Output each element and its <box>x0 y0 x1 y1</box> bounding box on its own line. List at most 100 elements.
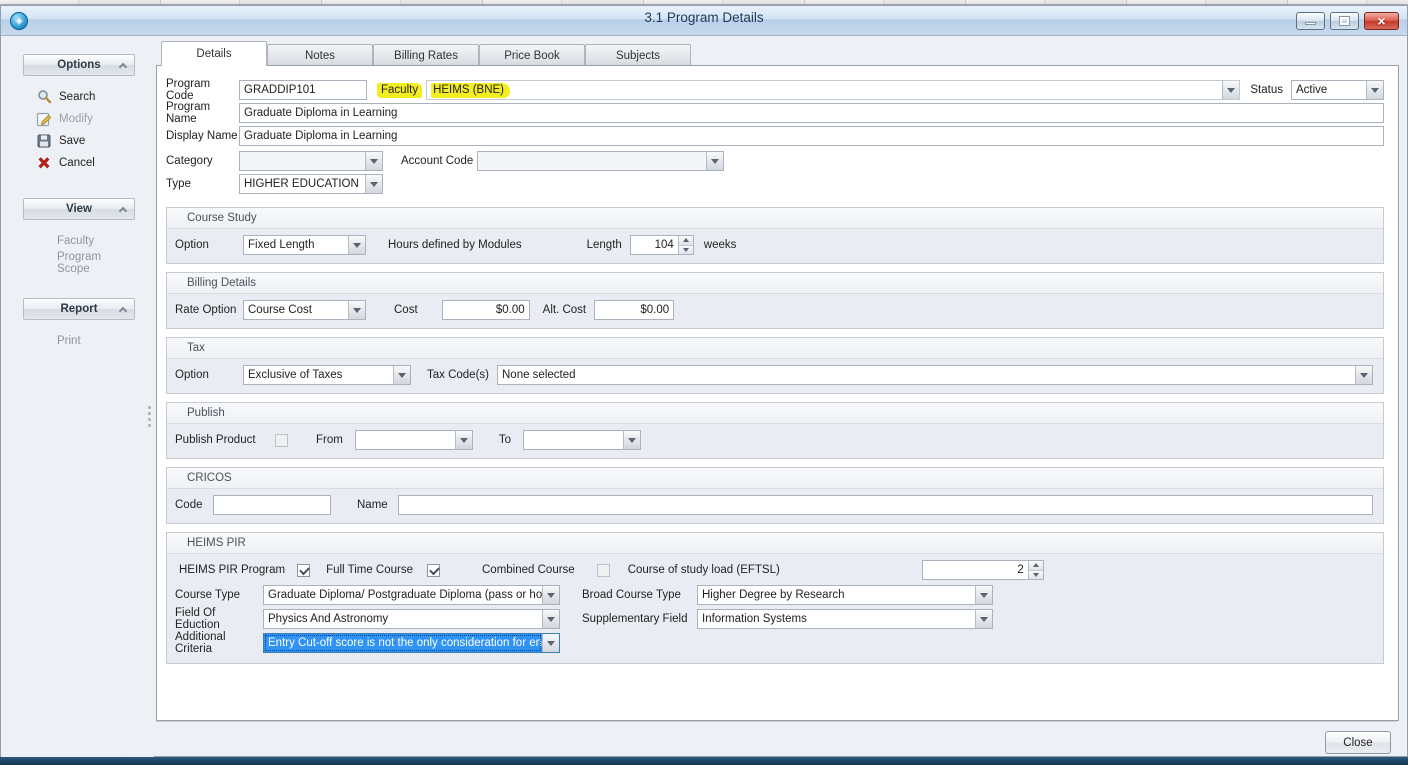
course-option-combobox[interactable]: Fixed Length <box>243 235 366 255</box>
spin-down-icon[interactable] <box>1029 570 1043 580</box>
field-of-education-combobox[interactable]: Physics And Astronomy <box>263 609 560 629</box>
display-name-input[interactable]: Graduate Diploma in Learning <box>239 126 1384 146</box>
heims-pir-header: HEIMS PIR <box>167 533 1383 554</box>
sidebar-item-faculty[interactable]: Faculty <box>23 230 135 252</box>
dropdown-arrow-button[interactable] <box>542 610 559 628</box>
cricos-header: CRICOS <box>167 468 1383 489</box>
program-name-label: Program Name <box>166 101 239 125</box>
spin-up-icon[interactable] <box>1029 561 1043 570</box>
spin-down-icon[interactable] <box>679 245 693 255</box>
spinner-buttons[interactable] <box>678 236 693 254</box>
row-program-name: Program Name Graduate Diploma in Learnin… <box>166 103 1384 123</box>
cricos-name-label: Name <box>357 499 388 511</box>
sidebar-item-cancel[interactable]: Cancel <box>23 152 135 174</box>
tab-label: Notes <box>305 50 335 62</box>
chevron-down-icon <box>353 308 361 313</box>
dropdown-arrow-button[interactable] <box>365 152 382 170</box>
status-combobox[interactable]: Active <box>1291 80 1384 100</box>
chevron-down-icon <box>547 641 555 646</box>
cricos-code-input[interactable] <box>213 495 331 515</box>
dropdown-arrow-button[interactable] <box>393 366 410 384</box>
sidebar-item-save[interactable]: Save <box>23 130 135 152</box>
length-spinner[interactable]: 104 <box>630 235 694 255</box>
tab-strip: Details Notes Billing Rates Price Book S… <box>156 41 1399 66</box>
category-combobox[interactable] <box>239 151 383 171</box>
supplementary-field-combobox[interactable]: Information Systems <box>697 609 993 629</box>
close-button[interactable]: Close <box>1325 731 1391 754</box>
dropdown-arrow-button[interactable] <box>1355 366 1372 384</box>
cricos-name-input[interactable] <box>398 495 1373 515</box>
tab-details[interactable]: Details <box>161 41 267 66</box>
cost-input[interactable]: $0.00 <box>442 300 530 320</box>
dropdown-arrow-button[interactable] <box>975 610 992 628</box>
publish-from-value <box>356 431 455 449</box>
spin-up-icon[interactable] <box>679 236 693 245</box>
course-type-combobox[interactable]: Graduate Diploma/ Postgraduate Diploma (… <box>263 585 560 605</box>
sidebar-item-modify[interactable]: Modify <box>23 108 135 130</box>
rate-option-combobox[interactable]: Course Cost <box>243 300 366 320</box>
heims-pir-group: HEIMS PIR HEIMS PIR Program Full Time Co… <box>166 532 1384 664</box>
dropdown-arrow-button[interactable] <box>1366 81 1383 99</box>
dropdown-arrow-button[interactable] <box>542 586 559 604</box>
publish-product-checkbox[interactable] <box>275 434 288 447</box>
sidebar-item-program-scope[interactable]: Program Scope <box>23 252 135 274</box>
tab-label: Billing Rates <box>394 50 458 62</box>
sidebar-item-search[interactable]: Search <box>23 86 135 108</box>
sidebar-item-label: Cancel <box>59 157 95 169</box>
dropdown-arrow-button[interactable] <box>623 431 640 449</box>
dropdown-arrow-button[interactable] <box>706 152 723 170</box>
dropdown-arrow-button[interactable] <box>975 586 992 604</box>
faculty-combobox[interactable]: HEIMS (BNE) <box>426 80 1240 100</box>
full-time-course-checkbox[interactable] <box>427 564 440 577</box>
tab-notes[interactable]: Notes <box>267 44 373 66</box>
chevron-down-icon <box>1227 88 1235 93</box>
alt-cost-input[interactable]: $0.00 <box>594 300 674 320</box>
sidebar-group-report-header[interactable]: Report <box>23 298 135 320</box>
combined-course-checkbox[interactable] <box>597 564 610 577</box>
account-code-combobox[interactable] <box>477 151 724 171</box>
tab-subjects[interactable]: Subjects <box>585 44 691 66</box>
dropdown-arrow-button[interactable] <box>365 175 382 193</box>
publish-from-combobox[interactable] <box>355 430 473 450</box>
cricos-row: Code Name <box>175 495 1373 515</box>
field-of-education-value: Physics And Astronomy <box>264 610 542 628</box>
broad-course-type-value: Higher Degree by Research <box>698 586 975 604</box>
tab-price-book[interactable]: Price Book <box>479 44 585 66</box>
course-study-header: Course Study <box>167 208 1383 229</box>
sidebar-splitter-grip[interactable] <box>147 406 152 432</box>
close-window-button[interactable]: × <box>1364 12 1399 30</box>
heims-pir-program-checkbox[interactable] <box>297 564 310 577</box>
publish-to-combobox[interactable] <box>523 430 641 450</box>
sidebar-group-view-header[interactable]: View <box>23 198 135 220</box>
additional-criteria-combobox[interactable]: Entry Cut-off score is not the only cons… <box>263 633 560 653</box>
tab-billing-rates[interactable]: Billing Rates <box>373 44 479 66</box>
program-name-input[interactable]: Graduate Diploma in Learning <box>239 103 1384 123</box>
row-program-code-faculty-status: Program Code GRADDIP101 Faculty HEIMS (B… <box>166 80 1384 100</box>
combined-course-label: Combined Course <box>482 564 575 576</box>
program-code-input[interactable]: GRADDIP101 <box>239 80 367 100</box>
tax-option-combobox[interactable]: Exclusive of Taxes <box>243 365 411 385</box>
tax-codes-combobox[interactable]: None selected <box>497 365 1373 385</box>
sidebar-item-label: Save <box>59 135 85 147</box>
publish-from-label: From <box>316 434 343 446</box>
faculty-value-text: HEIMS (BNE) <box>431 83 510 98</box>
dropdown-arrow-button[interactable] <box>348 301 365 319</box>
rate-option-label: Rate Option <box>175 304 243 316</box>
dropdown-arrow-button[interactable] <box>348 236 365 254</box>
sidebar-item-print[interactable]: Print <box>23 330 135 352</box>
account-code-value <box>478 152 706 170</box>
dropdown-arrow-button[interactable] <box>1222 81 1239 99</box>
study-load-spinner[interactable]: 2 <box>922 560 1044 580</box>
dropdown-arrow-button[interactable] <box>455 431 472 449</box>
dropdown-arrow-button[interactable] <box>542 634 559 652</box>
heims-additional-criteria-row: Additional Criteria Entry Cut-off score … <box>175 633 1373 653</box>
sidebar-group-options-header[interactable]: Options <box>23 54 135 76</box>
minimize-button[interactable] <box>1296 12 1325 30</box>
display-name-value: Graduate Diploma in Learning <box>244 130 397 142</box>
type-combobox[interactable]: HIGHER EDUCATION <box>239 174 383 194</box>
rate-option-value: Course Cost <box>244 301 348 319</box>
broad-course-type-combobox[interactable]: Higher Degree by Research <box>697 585 993 605</box>
spinner-buttons[interactable] <box>1028 561 1043 579</box>
maximize-button[interactable] <box>1330 12 1359 30</box>
chevron-down-icon <box>353 243 361 248</box>
